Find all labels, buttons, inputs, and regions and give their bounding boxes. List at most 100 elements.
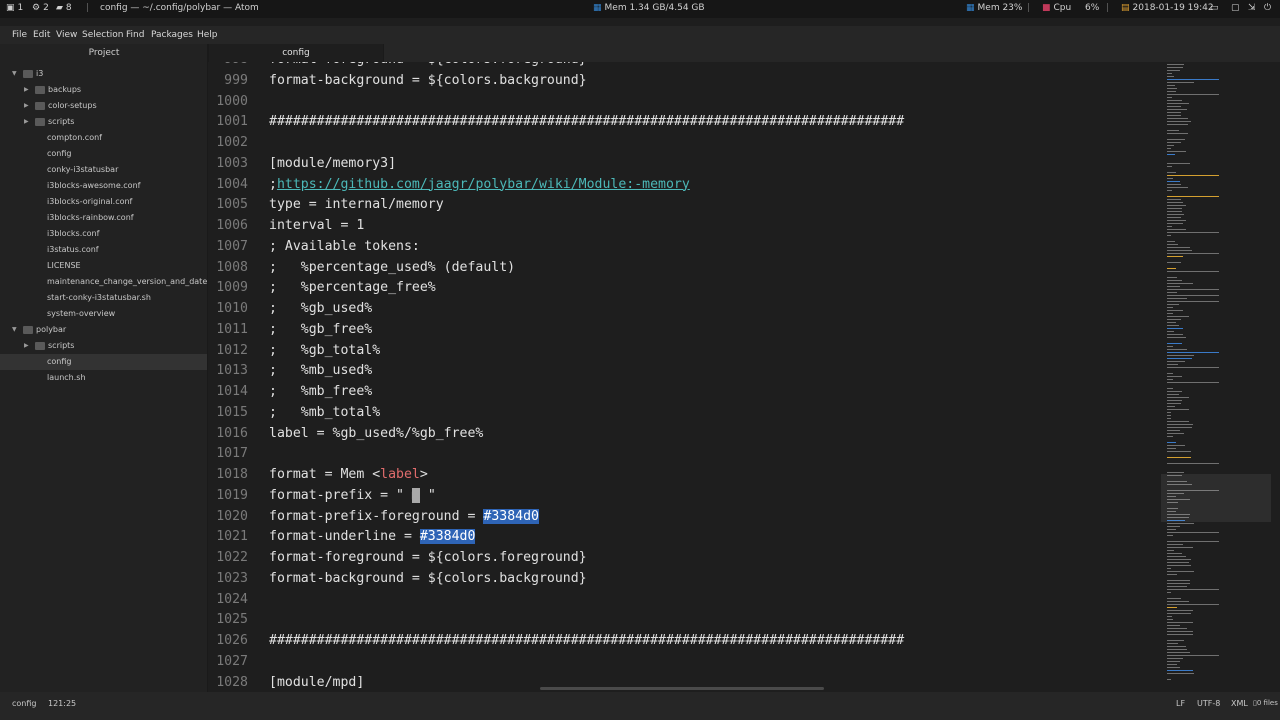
line-number: 1016 <box>216 425 248 441</box>
tree-file[interactable]: i3blocks.conf <box>0 226 207 242</box>
tree-file[interactable]: i3blocks-rainbow.conf <box>0 210 207 226</box>
minimap-line <box>1167 424 1193 425</box>
minimap-line <box>1167 367 1219 368</box>
status-file[interactable]: config <box>12 699 36 708</box>
minimap-line <box>1167 562 1189 563</box>
lock-icon[interactable]: ▢ <box>1231 3 1240 13</box>
tree-file[interactable]: config <box>0 146 207 162</box>
terminal-icon: ▣ <box>6 3 15 13</box>
minimap-line <box>1167 601 1189 602</box>
memory-icon: ▦ <box>966 3 975 13</box>
code-line: 1014 ; %mb_free% <box>208 382 948 403</box>
tree-folder[interactable]: ▶ scripts <box>0 338 207 354</box>
code-line: 1027 <box>208 652 948 673</box>
tree-file[interactable]: i3status.conf <box>0 242 207 258</box>
minimap-line <box>1167 586 1187 587</box>
line-number: 1000 <box>216 93 248 109</box>
code-line: 1008 ; %percentage_used% (default) <box>208 258 948 279</box>
minimap-line <box>1167 301 1219 302</box>
line-number: 1012 <box>216 342 248 358</box>
minimap-line <box>1167 235 1171 236</box>
screenshot-icon[interactable]: ▭ <box>1210 3 1219 13</box>
line-text: format-foreground = ${colors.foreground} <box>269 62 587 71</box>
tree-folder[interactable]: ▶ color-setups <box>0 98 207 114</box>
tree-file[interactable]: system-overview <box>0 306 207 322</box>
tree-file[interactable]: config <box>0 354 207 370</box>
status-encoding[interactable]: UTF-8 <box>1197 699 1220 708</box>
tree-label: color-setups <box>48 101 97 110</box>
minimap-line <box>1167 373 1173 374</box>
tree-file[interactable]: LICENSE <box>0 258 207 274</box>
tree-file[interactable]: maintenance_change_version_and_date.sh <box>0 274 219 290</box>
code-url[interactable]: https://github.com/jaagr/polybar/wiki/Mo… <box>277 177 690 192</box>
code-text: ; %gb_used% <box>269 301 373 316</box>
menu-help[interactable]: Help <box>197 30 218 40</box>
code-text: format-prefix = " <box>269 487 412 503</box>
code-text: ; %mb_total% <box>269 404 381 420</box>
code-text: [module/mpd] <box>269 674 365 690</box>
status-cursor-position[interactable]: 121:25 <box>48 699 76 708</box>
memory-icon: ▦ <box>593 3 602 13</box>
power-icon[interactable]: ⏻ <box>1264 3 1271 13</box>
logout-icon[interactable]: ⇲ <box>1248 3 1256 13</box>
workspace-2[interactable]: ⚙ 2 <box>32 3 49 13</box>
menu-packages[interactable]: Packages <box>151 30 193 40</box>
tree-file[interactable]: start-conky-i3statusbar.sh <box>0 290 207 306</box>
code-text: ; %mb_used% <box>269 363 373 379</box>
tree-file[interactable]: conky-i3statusbar <box>0 162 207 178</box>
minimap-line <box>1167 142 1181 143</box>
line-text: ; %percentage_used% (default) <box>269 258 515 279</box>
menu-edit[interactable]: Edit <box>33 30 50 40</box>
folder-icon <box>23 326 33 334</box>
code-line: 1006 interval = 1 <box>208 216 948 237</box>
tree-folder[interactable]: ▶ backups <box>0 82 207 98</box>
minimap-line <box>1167 529 1176 530</box>
line-text: format-prefix-foreground = #3384d0 <box>269 507 539 528</box>
tree-file[interactable]: compton.conf <box>0 130 207 146</box>
tree-file[interactable]: i3blocks-awesome.conf <box>0 178 207 194</box>
minimap-visible-region[interactable] <box>1161 474 1271 522</box>
menu-file[interactable]: File <box>12 30 27 40</box>
tree-file[interactable]: i3blocks-original.conf <box>0 194 207 210</box>
minimap-line <box>1167 229 1186 230</box>
line-text: ; %gb_total% <box>269 341 380 362</box>
minimap-line <box>1167 286 1180 287</box>
minimap-line <box>1167 172 1176 173</box>
minimap[interactable] <box>1165 62 1270 690</box>
horizontal-scrollbar[interactable] <box>540 687 824 690</box>
minimap-line <box>1167 247 1190 248</box>
status-grammar[interactable]: XML <box>1231 699 1248 708</box>
code-text: format = Mem < <box>269 467 381 482</box>
minimap-line <box>1167 559 1191 560</box>
settings-icon: ⚙ <box>32 3 41 13</box>
minimap-line <box>1167 472 1184 473</box>
minimap-line <box>1167 118 1188 119</box>
minimap-line <box>1167 100 1182 101</box>
tree-folder[interactable]: ▶ scripts <box>0 114 207 130</box>
selection-highlight: #3384d0 <box>483 508 539 524</box>
minimap-line <box>1167 583 1190 584</box>
tab-config[interactable]: config <box>208 44 384 62</box>
code-editor[interactable]: 998 format-foreground = ${colors.foregrou… <box>208 62 1280 690</box>
menu-find[interactable]: Find <box>126 30 144 40</box>
minimap-line <box>1167 145 1174 146</box>
minimap-line <box>1167 625 1180 626</box>
tree-folder[interactable]: ▼ polybar <box>0 322 207 338</box>
minimap-line <box>1167 139 1185 140</box>
workspace-8[interactable]: ▰ 8 <box>56 3 72 13</box>
tree-folder[interactable]: ▼ i3 <box>0 66 207 82</box>
workspace-1[interactable]: ▣ 1 <box>6 3 23 13</box>
status-line-ending[interactable]: LF <box>1176 699 1185 708</box>
window-title: config — ~/.config/polybar — Atom <box>100 3 259 13</box>
cpu-icon: ■ <box>1042 3 1051 13</box>
tree-label: i3status.conf <box>47 245 99 254</box>
folder-icon <box>35 102 45 110</box>
menu-selection[interactable]: Selection <box>82 30 123 40</box>
minimap-line <box>1167 670 1193 671</box>
minimap-line <box>1167 289 1219 290</box>
menu-view[interactable]: View <box>56 30 77 40</box>
minimap-line <box>1167 604 1219 605</box>
status-git[interactable]: ▯0 files <box>1253 699 1278 707</box>
tree-file[interactable]: launch.sh <box>0 370 207 386</box>
minimap-line <box>1167 631 1193 632</box>
